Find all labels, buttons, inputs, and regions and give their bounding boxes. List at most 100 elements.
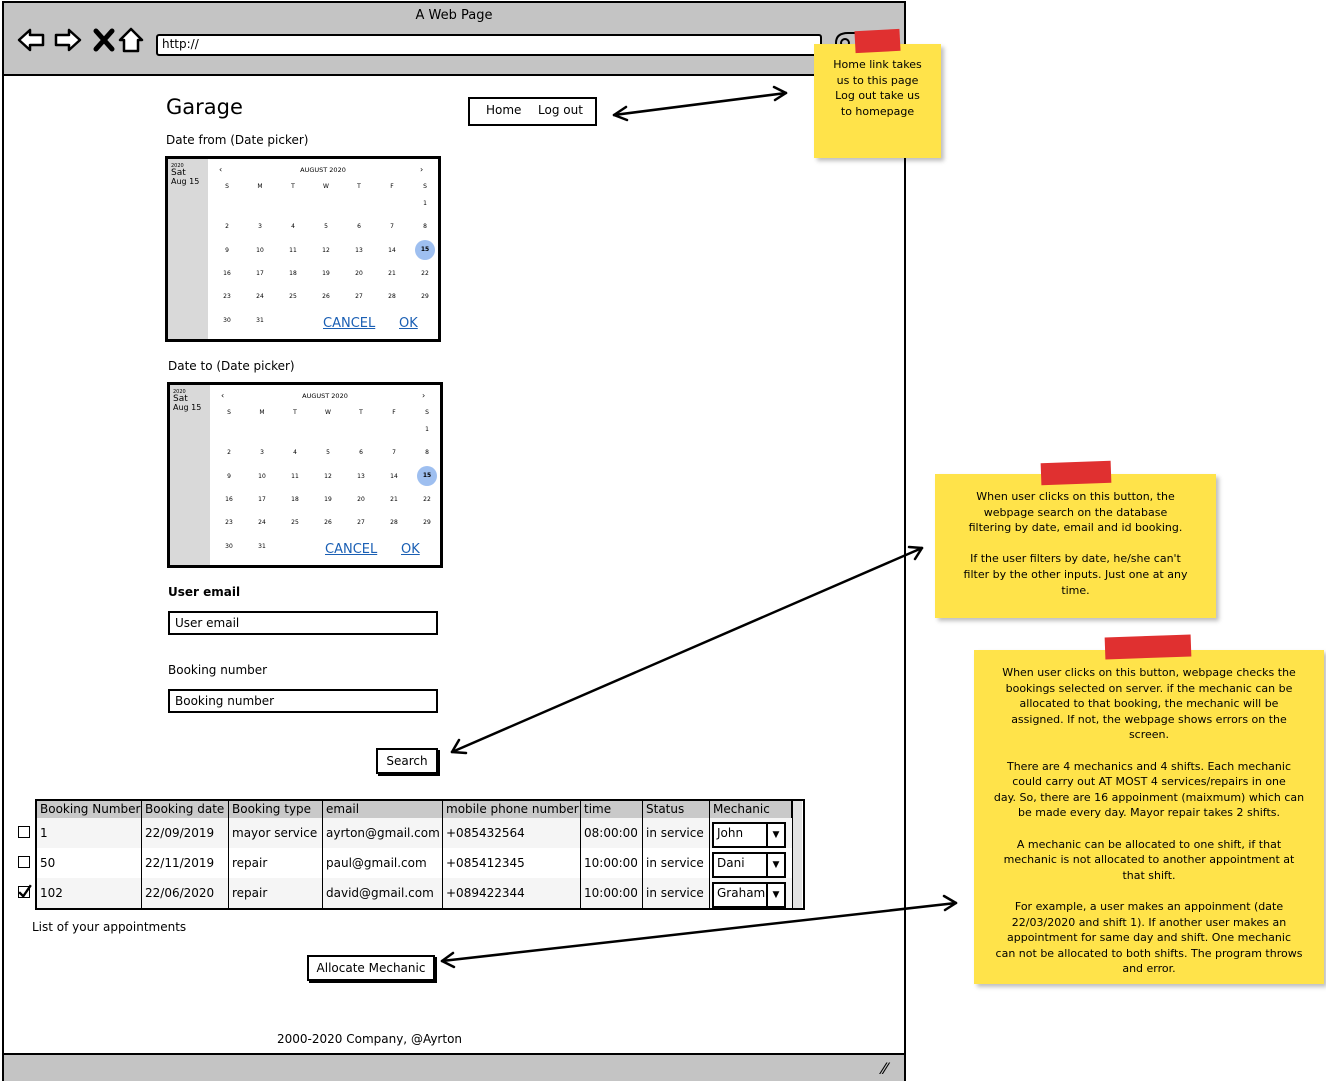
calendar-day[interactable]: 8 (410, 223, 440, 230)
calendar-day[interactable]: 17 (247, 496, 277, 503)
back-arrow-icon[interactable] (16, 25, 46, 55)
calendar-day[interactable]: 9 (212, 247, 242, 254)
calendar-day[interactable]: 2 (212, 223, 242, 230)
calendar-day[interactable]: 8 (412, 449, 442, 456)
table-row[interactable]: 102 22/06/2020 repair david@gmail.com +08942… (37, 878, 794, 908)
calendar-day-selected[interactable]: 15 (415, 239, 435, 260)
row-checkbox[interactable] (18, 884, 32, 898)
chevron-down-icon[interactable]: ▼ (766, 854, 784, 876)
calendar-day[interactable]: 1 (412, 426, 442, 433)
calendar-day[interactable]: 10 (247, 473, 277, 480)
chevron-right-icon[interactable]: › (422, 391, 425, 400)
calendar-day[interactable]: 7 (379, 449, 409, 456)
mechanic-select[interactable]: Dani ▼ (712, 852, 786, 878)
calendar-day[interactable]: 23 (212, 293, 242, 300)
search-button[interactable]: Search (376, 748, 438, 774)
calendar-day[interactable]: 3 (247, 449, 277, 456)
calendar-day[interactable]: 19 (311, 270, 341, 277)
column-header[interactable]: email (323, 801, 443, 818)
calendar-day[interactable]: 16 (214, 496, 244, 503)
row-checkbox[interactable] (18, 856, 30, 868)
calendar-day[interactable]: 12 (311, 247, 341, 254)
calendar-day[interactable]: 25 (278, 293, 308, 300)
calendar-day[interactable]: 24 (247, 519, 277, 526)
calendar-day[interactable]: 3 (245, 223, 275, 230)
calendar-day[interactable]: 31 (247, 543, 277, 550)
calendar-day[interactable]: 29 (412, 519, 442, 526)
column-header[interactable]: Booking Number (37, 801, 142, 818)
forward-arrow-icon[interactable] (53, 25, 83, 55)
table-row[interactable]: 1 22/09/2019 mayor service ayrton@gmail.com… (37, 818, 794, 848)
calendar-day[interactable]: 13 (344, 247, 374, 254)
column-header[interactable]: Booking type (229, 801, 323, 818)
calendar-day[interactable]: 24 (245, 293, 275, 300)
calendar-day[interactable]: 20 (346, 496, 376, 503)
calendar-day[interactable]: 5 (313, 449, 343, 456)
email-input[interactable] (168, 611, 438, 635)
mechanic-select[interactable]: Graham ▼ (712, 882, 786, 908)
calendar-day[interactable]: 23 (214, 519, 244, 526)
calendar-day-selected[interactable]: 15 (417, 465, 437, 486)
chevron-left-icon[interactable]: ‹ (219, 165, 222, 174)
calendar-day[interactable]: 14 (379, 473, 409, 480)
home-icon[interactable] (116, 25, 146, 55)
allocate-mechanic-button[interactable]: Allocate Mechanic (307, 955, 435, 981)
date-to-picker[interactable]: 2020 Sat Aug 15 AUGUST 2020 ‹ › S M T W T F S 1 2 3 4 5 6 7… (167, 382, 443, 568)
calendar-day[interactable]: 4 (280, 449, 310, 456)
calendar-day[interactable]: 1 (410, 200, 440, 207)
calendar-day[interactable]: 21 (379, 496, 409, 503)
calendar-day[interactable]: 5 (311, 223, 341, 230)
resize-grip-icon[interactable]: ⁄⁄ (882, 1059, 887, 1078)
calendar-day[interactable]: 18 (278, 270, 308, 277)
calendar-day[interactable]: 4 (278, 223, 308, 230)
calendar-day[interactable]: 16 (212, 270, 242, 277)
calendar-day[interactable]: 25 (280, 519, 310, 526)
column-header[interactable]: Mechanic (710, 801, 792, 818)
cancel-link[interactable]: CANCEL (325, 542, 377, 557)
calendar-day[interactable]: 17 (245, 270, 275, 277)
calendar-day[interactable]: 7 (377, 223, 407, 230)
calendar-day[interactable]: 11 (280, 473, 310, 480)
calendar-day[interactable]: 10 (245, 247, 275, 254)
chevron-down-icon[interactable]: ▼ (766, 884, 784, 906)
calendar-day[interactable]: 19 (313, 496, 343, 503)
date-from-picker[interactable]: 2020 Sat Aug 15 AUGUST 2020 ‹ › S M T W T F S 1 2 3 4 5 6 7… (165, 156, 441, 342)
booking-number-input[interactable] (168, 689, 438, 713)
calendar-day[interactable]: 28 (377, 293, 407, 300)
calendar-day[interactable]: 27 (346, 519, 376, 526)
column-header[interactable]: mobile phone number (443, 801, 581, 818)
calendar-day[interactable]: 6 (344, 223, 374, 230)
calendar-day[interactable]: 29 (410, 293, 440, 300)
calendar-day[interactable]: 26 (313, 519, 343, 526)
ok-link[interactable]: OK (399, 316, 418, 331)
column-header[interactable]: time (581, 801, 643, 818)
calendar-day[interactable]: 26 (311, 293, 341, 300)
address-bar[interactable]: http:// (156, 34, 822, 56)
calendar-day[interactable]: 22 (412, 496, 442, 503)
calendar-day[interactable]: 31 (245, 317, 275, 324)
calendar-day[interactable]: 22 (410, 270, 440, 277)
table-row[interactable]: 50 22/11/2019 repair paul@gmail.com +0854123… (37, 848, 794, 878)
home-link[interactable]: Home (486, 103, 521, 117)
calendar-day[interactable]: 18 (280, 496, 310, 503)
calendar-day[interactable]: 27 (344, 293, 374, 300)
calendar-day[interactable]: 20 (344, 270, 374, 277)
chevron-left-icon[interactable]: ‹ (221, 391, 224, 400)
calendar-day[interactable]: 11 (278, 247, 308, 254)
cancel-link[interactable]: CANCEL (323, 316, 375, 331)
column-header[interactable]: Booking date (142, 801, 229, 818)
table-scrollbar[interactable] (792, 801, 802, 908)
calendar-day[interactable]: 14 (377, 247, 407, 254)
ok-link[interactable]: OK (401, 542, 420, 557)
column-header[interactable]: Status (643, 801, 710, 818)
calendar-day[interactable]: 30 (214, 543, 244, 550)
calendar-day[interactable]: 13 (346, 473, 376, 480)
calendar-day[interactable]: 28 (379, 519, 409, 526)
row-checkbox[interactable] (18, 826, 30, 838)
calendar-day[interactable]: 30 (212, 317, 242, 324)
logout-link[interactable]: Log out (538, 103, 583, 117)
calendar-day[interactable]: 9 (214, 473, 244, 480)
chevron-down-icon[interactable]: ▼ (766, 824, 784, 846)
calendar-day[interactable]: 2 (214, 449, 244, 456)
calendar-day[interactable]: 6 (346, 449, 376, 456)
